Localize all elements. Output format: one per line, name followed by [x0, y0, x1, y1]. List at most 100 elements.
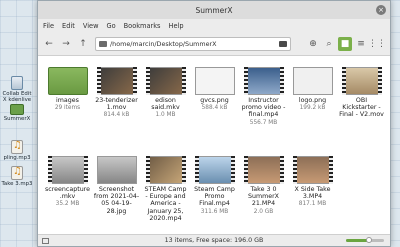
file-name: OBI Kickstarter - Final - V2.mov	[339, 97, 384, 119]
video-thumbnail	[145, 61, 186, 95]
bookmark-icon[interactable]: ⊕	[306, 37, 320, 51]
thumbnail-image	[96, 67, 137, 95]
desktop-icon-take3[interactable]: Take 3.mp3	[1, 166, 33, 187]
file-item[interactable]: Instructor promo video - final.mp4 556.7 …	[240, 61, 287, 146]
file-item[interactable]: OBI Kickstarter - Final - V2.mov	[338, 61, 385, 146]
folder-icon	[99, 40, 107, 47]
thumbnail-image	[194, 156, 235, 184]
menu-view[interactable]: View	[83, 22, 99, 30]
thumbnail-image	[194, 67, 235, 95]
file-name: X Side Take 3.MP4	[294, 186, 331, 201]
file-size: 311.6 MB	[200, 208, 229, 215]
file-name: Take 3 0 SummerX 21.MP4	[247, 186, 280, 208]
folder-icon	[10, 104, 24, 115]
location-bar[interactable]: /home/marcin/Desktop/SummerX	[95, 36, 291, 51]
compact-view-icon[interactable]: ⋮⋮	[368, 37, 386, 51]
toolbar-right: ⊕ ⌕ ■ ≡ ⋮⋮	[306, 36, 386, 51]
video-thumbnail	[292, 150, 333, 184]
folder-icon	[47, 61, 88, 95]
list-view-icon[interactable]: ≡	[354, 37, 368, 51]
menu-go[interactable]: Go	[106, 22, 115, 30]
video-thumbnail	[341, 61, 382, 95]
video-thumbnail	[96, 61, 137, 95]
thumbnail-image	[47, 67, 88, 95]
thumbnail-image	[292, 67, 333, 95]
file-item[interactable]: X Side Take 3.MP4 817.1 MB	[289, 150, 336, 235]
thumbnail-image	[145, 156, 186, 184]
image-thumbnail	[292, 61, 333, 95]
close-icon[interactable]: ×	[376, 5, 386, 15]
window-title: SummerX	[195, 5, 233, 15]
file-size: 2.0 GB	[253, 208, 274, 215]
file-name: Steam Camp Promo Final.mp4	[194, 186, 235, 208]
desktop-icon-kdenlive[interactable]: Collab Edit X kdenlive	[1, 76, 33, 103]
grid-view-icon[interactable]: ■	[338, 36, 352, 51]
file-name: Instructor promo video - final.mp4	[241, 97, 286, 119]
file-size: 556.7 MB	[249, 119, 278, 126]
zoom-slider-handle[interactable]	[365, 237, 372, 243]
file-size: 199.2 kB	[299, 105, 326, 112]
file-name: gvcs.png	[200, 97, 229, 104]
file-manager-window: SummerX × File Edit View Go Bookmarks He…	[37, 0, 391, 247]
desktop-icon-summerx[interactable]: SummerX	[1, 104, 33, 122]
thumbnail-image	[292, 156, 333, 184]
file-item[interactable]: images 29 items	[44, 61, 91, 146]
image-thumbnail	[194, 61, 235, 95]
forward-arrow-icon[interactable]: →	[59, 37, 73, 51]
file-item[interactable]: STEAM Camp - Europe and America - Januar…	[142, 150, 189, 235]
search-icon[interactable]: ⌕	[322, 37, 336, 51]
video-thumbnail	[145, 150, 186, 184]
file-name: 23-tenderizer 1.mov	[95, 97, 138, 112]
desktop-icon-label: pling.mp3	[3, 155, 31, 161]
kdenlive-file-icon	[11, 76, 23, 90]
file-size: 814.4 kB	[103, 112, 130, 119]
status-bar: 13 items, Free space: 196.0 GB	[38, 234, 390, 246]
menu-bookmarks[interactable]: Bookmarks	[124, 22, 161, 30]
zoom-slider[interactable]	[346, 237, 384, 243]
audio-file-icon	[11, 140, 23, 154]
file-item[interactable]: logo.png 199.2 kB	[289, 61, 336, 146]
file-item[interactable]: gvcs.png 588.4 kB	[191, 61, 238, 146]
up-arrow-icon[interactable]: ↑	[76, 37, 90, 51]
desktop-icon-label: SummerX	[3, 116, 31, 122]
menu-edit[interactable]: Edit	[62, 22, 75, 30]
thumbnail-image	[145, 67, 186, 95]
menu-bar: File Edit View Go Bookmarks Help	[38, 19, 390, 32]
menu-help[interactable]: Help	[168, 22, 183, 30]
file-size: 29 items	[54, 105, 81, 112]
file-size: 817.1 MB	[298, 201, 327, 208]
file-name: images	[56, 97, 79, 104]
back-arrow-icon[interactable]: ←	[42, 37, 56, 51]
video-thumbnail	[194, 150, 235, 184]
video-thumbnail	[243, 150, 284, 184]
file-item[interactable]: Steam Camp Promo Final.mp4 311.6 MB	[191, 150, 238, 235]
file-size: 1.0 MB	[155, 112, 176, 119]
file-item[interactable]: Screenshot from 2021-04-05 04-19-28.jpg	[93, 150, 140, 235]
file-item[interactable]: Take 3 0 SummerX 21.MP4 2.0 GB	[240, 150, 287, 235]
file-item[interactable]: edison said.mkv 1.0 MB	[142, 61, 189, 146]
file-size: 35.2 MB	[55, 201, 80, 208]
file-name: screencapture.mkv	[44, 186, 91, 201]
window-titlebar[interactable]: SummerX ×	[38, 1, 390, 19]
video-thumbnail	[243, 61, 284, 95]
desktop-icon-label: Take 3.mp3	[1, 181, 33, 187]
desktop-icon-label: Collab Edit X kdenlive	[2, 91, 32, 104]
video-thumbnail	[47, 150, 88, 184]
thumbnail-image	[47, 156, 88, 184]
file-name: logo.png	[298, 97, 327, 104]
file-item[interactable]: screencapture.mkv 35.2 MB	[44, 150, 91, 235]
menu-file[interactable]: File	[43, 22, 54, 30]
file-size: 588.4 kB	[201, 105, 228, 112]
toolbar: ← → ↑ /home/marcin/Desktop/SummerX ⊕ ⌕ ■…	[38, 32, 390, 56]
sidebar-toggle-icon[interactable]	[42, 238, 49, 244]
clear-location-icon[interactable]	[279, 40, 287, 47]
file-item[interactable]: 23-tenderizer 1.mov 814.4 kB	[93, 61, 140, 146]
file-view[interactable]: images 29 items 23-tenderizer 1.mov 814.4 k…	[38, 57, 390, 234]
file-name: edison said.mkv	[151, 97, 180, 112]
image-thumbnail	[96, 150, 137, 184]
thumbnail-image	[243, 67, 284, 95]
location-path[interactable]: /home/marcin/Desktop/SummerX	[110, 40, 279, 48]
status-text: 13 items, Free space: 196.0 GB	[164, 237, 264, 244]
thumbnail-image	[96, 156, 137, 184]
desktop-icon-pling[interactable]: pling.mp3	[1, 140, 33, 161]
